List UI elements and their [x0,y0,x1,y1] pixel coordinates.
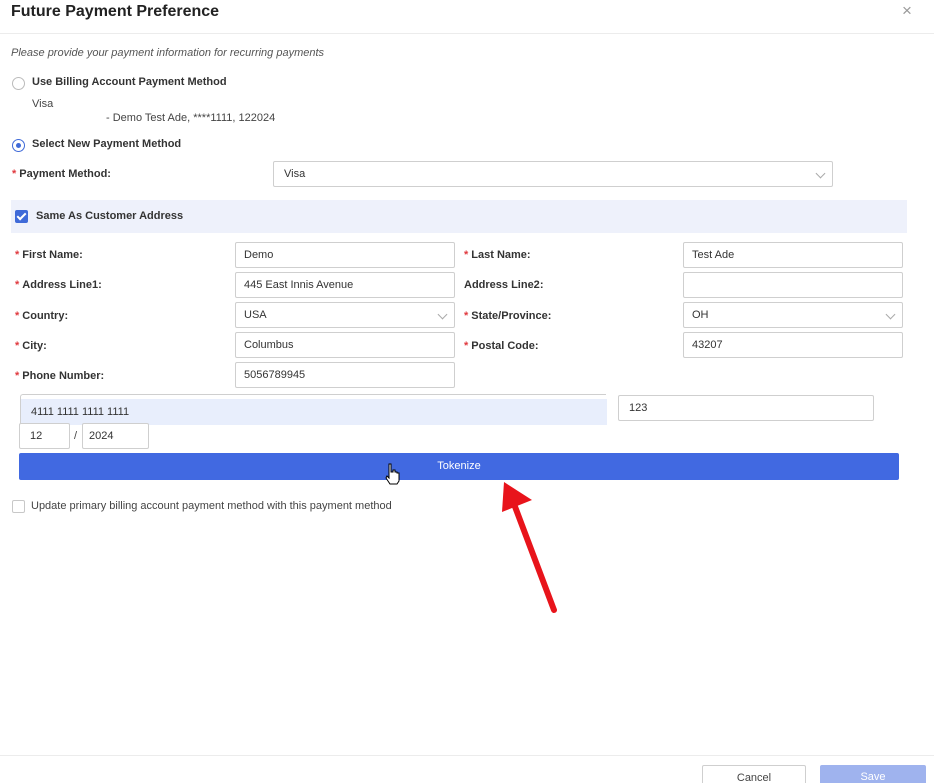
radio-select-new-method-label: Select New Payment Method [32,138,182,150]
close-icon[interactable]: × [902,2,918,19]
chevron-down-icon [437,309,448,320]
future-payment-dialog: Future Payment Preference × Please provi… [0,0,934,783]
country-value: USA [244,309,267,321]
dialog-header: Future Payment Preference × [0,0,934,34]
address-line2-input[interactable] [683,272,903,298]
phone-number-label: * Phone Number: [15,370,105,382]
instruction-text: Please provide your payment information … [11,47,325,59]
same-as-customer-bar: Same As Customer Address [11,200,907,233]
billing-card-type: Visa [32,98,54,110]
last-name-input[interactable]: Test Ade [683,242,903,268]
postal-code-label: * Postal Code: [464,340,539,352]
radio-select-new-method[interactable] [12,139,25,152]
billing-card-detail: - Demo Test Ade, ****1111, 122024 [106,112,276,124]
payment-method-value: Visa [284,168,306,180]
update-primary-checkbox[interactable] [12,500,25,513]
card-number-value: 4111 1111 1111 1111 [21,399,607,425]
address-line1-label: * Address Line1: [15,279,102,291]
first-name-input[interactable]: Demo [235,242,455,268]
state-province-value: OH [692,309,709,321]
same-as-customer-checkbox[interactable] [15,210,28,223]
last-name-label: * Last Name: [464,249,531,261]
postal-code-input[interactable]: 43207 [683,332,903,358]
first-name-label: * First Name: [15,249,83,261]
phone-number-input[interactable]: 5056789945 [235,362,455,388]
payment-method-label: * Payment Method: [12,168,111,180]
dialog-title: Future Payment Preference [11,3,220,20]
chevron-down-icon [815,168,826,179]
address-line1-input[interactable]: 445 East Innis Avenue [235,272,455,298]
radio-use-billing-method[interactable] [12,77,25,90]
country-label: * Country: [15,310,69,322]
cancel-button[interactable]: Cancel [702,765,806,783]
state-province-label: * State/Province: [464,310,552,322]
payment-method-select[interactable]: Visa [273,161,833,187]
address-line2-label: Address Line2: [464,279,544,291]
expiry-separator: / [74,430,78,442]
card-number-field[interactable]: 4111 1111 1111 1111 [20,394,607,425]
update-primary-label: Update primary billing account payment m… [31,500,392,512]
city-label: * City: [15,340,47,352]
annotation-arrow-icon [502,482,557,613]
hand-cursor-icon [385,463,400,485]
state-province-select[interactable]: OH [683,302,903,328]
cvv-input[interactable]: 123 [618,395,874,421]
same-as-customer-label: Same As Customer Address [36,210,184,222]
save-button[interactable]: Save [820,765,926,783]
radio-use-billing-method-label: Use Billing Account Payment Method [32,76,227,88]
country-select[interactable]: USA [235,302,455,328]
expiry-month-input[interactable]: 12 [19,423,70,449]
city-input[interactable]: Columbus [235,332,455,358]
tokenize-button[interactable]: Tokenize [19,453,899,480]
expiry-year-input[interactable]: 2024 [82,423,149,449]
chevron-down-icon [885,309,896,320]
